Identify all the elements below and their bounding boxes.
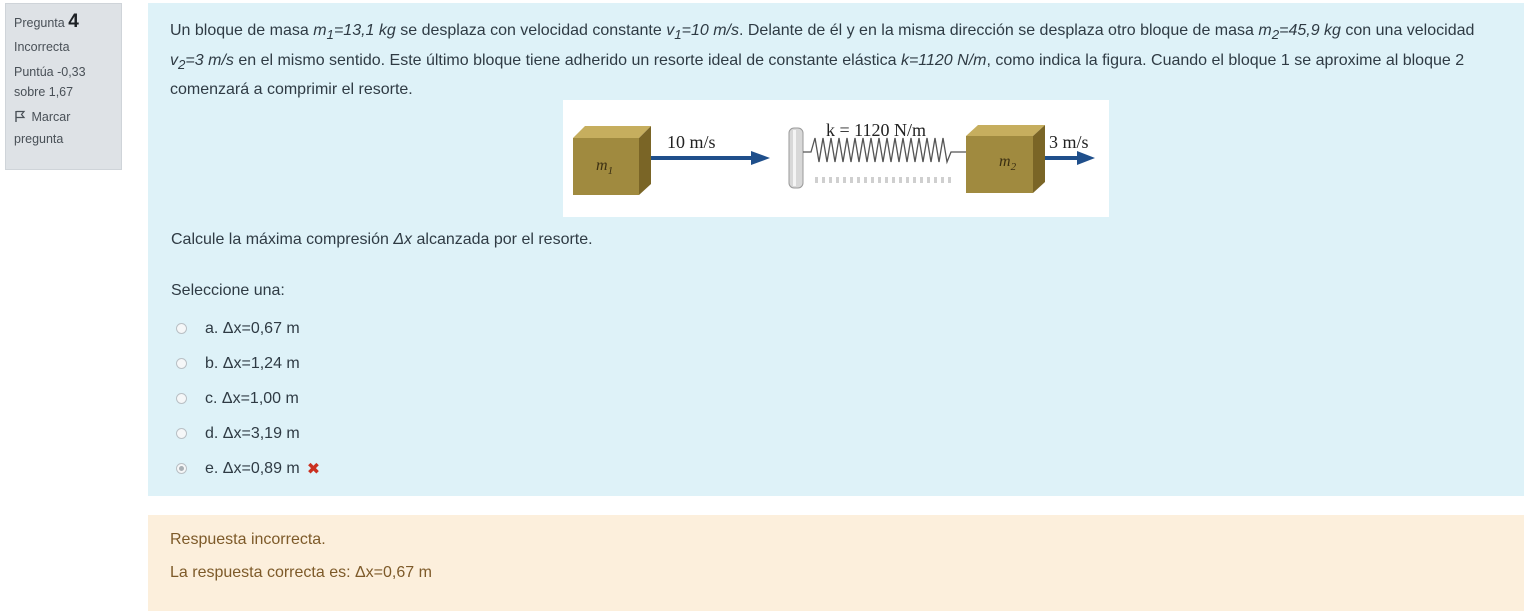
answer-option-c[interactable]: c. Δx=1,00 m xyxy=(176,381,320,416)
answer-radio-a[interactable] xyxy=(176,323,187,334)
spring-end-plate xyxy=(788,127,804,189)
cross-icon: ✖ xyxy=(306,460,321,478)
answer-label-a: a. Δx=0,67 m xyxy=(205,319,300,337)
answer-radio-d[interactable] xyxy=(176,428,187,439)
question-figure: m1 10 m/s k = 1120 N/m m2 3 m/s xyxy=(563,100,1109,217)
flag-label-1: Marcar xyxy=(31,110,71,124)
answer-label-d: d. Δx=3,19 m xyxy=(205,424,300,442)
velocity-arrow-1-head xyxy=(751,151,770,165)
spring-constant-label: k = 1120 N/m xyxy=(826,120,926,140)
question-state: Incorrecta xyxy=(14,40,70,54)
feedback-result: Respuesta incorrecta. xyxy=(170,531,326,548)
answer-label-c: c. Δx=1,00 m xyxy=(205,389,299,407)
answer-option-a[interactable]: a. Δx=0,67 m xyxy=(176,311,320,346)
answer-radio-c[interactable] xyxy=(176,393,187,404)
question-text: Un bloque de masa m1=13,1 kg se desplaza… xyxy=(170,22,1475,99)
answer-label-e: e. Δx=0,89 m xyxy=(205,459,300,477)
velocity-1-label: 10 m/s xyxy=(667,132,716,152)
flag-icon xyxy=(14,109,28,129)
question-formulation: Un bloque de masa m1=13,1 kg se desplaza… xyxy=(148,3,1524,496)
answer-radio-b[interactable] xyxy=(176,358,187,369)
question-prompt: Calcule la máxima compresión Δx alcanzad… xyxy=(171,231,593,248)
flag-question-link[interactable]: Marcar pregunta xyxy=(14,107,113,149)
velocity-arrow-2-head xyxy=(1077,151,1095,165)
question-number: Pregunta 4 xyxy=(14,12,113,33)
question-info-panel: Pregunta 4 Incorrecta Puntúa -0,33 sobre… xyxy=(5,3,122,170)
answer-option-b[interactable]: b. Δx=1,24 m xyxy=(176,346,320,381)
answer-radio-e[interactable] xyxy=(176,463,187,474)
question-number-value: 4 xyxy=(68,11,79,32)
velocity-2-label: 3 m/s xyxy=(1049,132,1089,152)
feedback-panel: Respuesta incorrecta. La respuesta corre… xyxy=(148,515,1524,611)
question-label: Pregunta xyxy=(14,16,65,30)
grade-line-1: Puntúa -0,33 xyxy=(14,65,86,79)
flag-label-2: pregunta xyxy=(14,132,64,146)
answer-option-e[interactable]: e. Δx=0,89 m ✖ xyxy=(176,451,320,486)
question-grade: Puntúa -0,33 sobre 1,67 xyxy=(14,62,113,102)
spring xyxy=(803,137,968,165)
answer-list: a. Δx=0,67 m b. Δx=1,24 m c. Δx=1,00 m d… xyxy=(176,311,320,486)
correct-answer-text: La respuesta correcta es: Δx=0,67 m xyxy=(170,564,432,581)
grade-line-2: sobre 1,67 xyxy=(14,85,74,99)
answer-option-d[interactable]: d. Δx=3,19 m xyxy=(176,416,320,451)
select-one-label: Seleccione una: xyxy=(171,282,285,299)
answer-label-b: b. Δx=1,24 m xyxy=(205,354,300,372)
block-m1 xyxy=(573,126,651,195)
